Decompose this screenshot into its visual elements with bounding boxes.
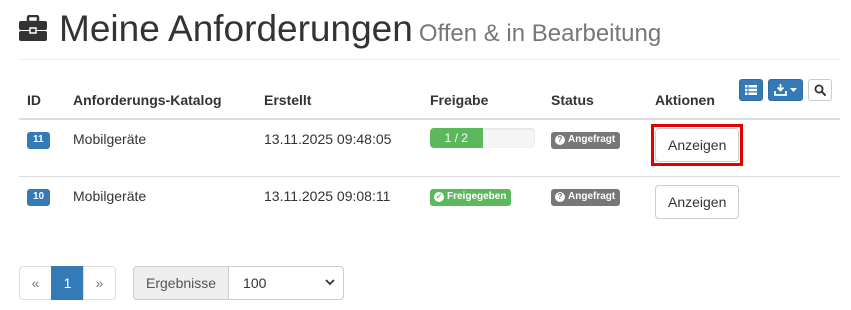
- created-text: 13.11.2025 09:48:05: [264, 131, 392, 147]
- table-header-row: ID Anforderungs-Katalog Erstellt Freigab…: [19, 79, 840, 120]
- column-header-id[interactable]: ID: [19, 81, 65, 120]
- cell-actions: Anzeigen: [647, 176, 840, 233]
- column-header-release[interactable]: Freigabe: [422, 81, 543, 120]
- pagination: « 1 »: [19, 266, 116, 300]
- created-text: 13.11.2025 09:08:11: [264, 187, 391, 204]
- check-circle-icon: ✓: [434, 191, 444, 202]
- column-header-catalog[interactable]: Anforderungs-Katalog: [65, 81, 256, 120]
- results-per-page: Ergebnisse 100: [133, 266, 345, 300]
- show-button[interactable]: Anzeigen: [655, 128, 740, 162]
- column-chooser-button[interactable]: [739, 79, 763, 101]
- search-button[interactable]: [808, 79, 832, 101]
- cell-status: ? Angefragt: [543, 176, 647, 233]
- results-select-value: 100: [243, 275, 267, 291]
- chevron-down-icon: [325, 279, 335, 286]
- id-badge: 11: [27, 132, 50, 149]
- briefcase-icon: [19, 15, 47, 41]
- column-header-status[interactable]: Status: [543, 81, 647, 120]
- status-badge: ? Angefragt: [551, 188, 621, 206]
- requests-table: ID Anforderungs-Katalog Erstellt Freigab…: [19, 79, 840, 233]
- catalog-text: Mobilgeräte: [73, 187, 147, 204]
- pagination-page-1[interactable]: 1: [51, 266, 84, 300]
- cell-id: 10: [19, 176, 65, 233]
- results-select[interactable]: 100: [229, 266, 345, 300]
- cell-id: 11: [19, 119, 65, 177]
- results-label: Ergebnisse: [133, 266, 230, 300]
- status-badge: ? Angefragt: [551, 132, 621, 149]
- export-dropdown-button[interactable]: [768, 79, 803, 101]
- export-icon: [774, 84, 787, 96]
- column-header-created[interactable]: Erstellt: [256, 81, 422, 120]
- cell-actions: Anzeigen: [647, 119, 840, 177]
- cell-catalog: Mobilgeräte: [65, 119, 256, 177]
- release-progress-bar: 1 / 2: [430, 128, 483, 148]
- id-badge: 10: [27, 188, 51, 206]
- question-circle-icon: ?: [555, 191, 565, 202]
- table-row: 11 Mobilgeräte 13.11.2025 09:48:05 1 / 2…: [19, 119, 840, 177]
- cell-created: 13.11.2025 09:08:11: [256, 176, 422, 233]
- table-toolbar: [739, 79, 832, 101]
- page-header: Meine Anforderungen Offen & in Bearbeitun…: [19, 6, 840, 60]
- cell-catalog: Mobilgeräte: [65, 176, 256, 233]
- question-circle-icon: ?: [555, 135, 565, 145]
- highlighted-action: Anzeigen: [650, 124, 744, 166]
- list-icon: [745, 85, 757, 95]
- caret-down-icon: [790, 88, 797, 92]
- search-icon: [814, 84, 826, 96]
- cell-release: 1 / 2: [422, 119, 543, 177]
- status-text: Angefragt: [568, 190, 616, 202]
- actions-header-label: Aktionen: [655, 91, 715, 108]
- page-title-text: Meine Anforderungen: [59, 8, 413, 49]
- pagination-next[interactable]: »: [83, 266, 116, 300]
- status-text: Angefragt: [568, 134, 616, 145]
- show-button[interactable]: Anzeigen: [655, 184, 740, 219]
- pagination-prev[interactable]: «: [19, 266, 52, 300]
- table-row: 10 Mobilgeräte 13.11.2025 09:08:11 ✓ Fre…: [19, 176, 840, 233]
- catalog-text: Mobilgeräte: [73, 131, 147, 147]
- cell-created: 13.11.2025 09:48:05: [256, 119, 422, 177]
- cell-status: ? Angefragt: [543, 119, 647, 177]
- cell-release: ✓ Freigegeben: [422, 176, 543, 233]
- page-title: Meine Anforderungen Offen & in Bearbeitun…: [59, 8, 661, 55]
- release-progress: 1 / 2: [430, 128, 535, 148]
- release-badge: ✓ Freigegeben: [430, 188, 512, 206]
- column-header-actions: Aktionen: [647, 79, 840, 120]
- page-subtitle: Offen & in Bearbeitung: [418, 20, 662, 47]
- release-text: Freigegeben: [447, 190, 507, 202]
